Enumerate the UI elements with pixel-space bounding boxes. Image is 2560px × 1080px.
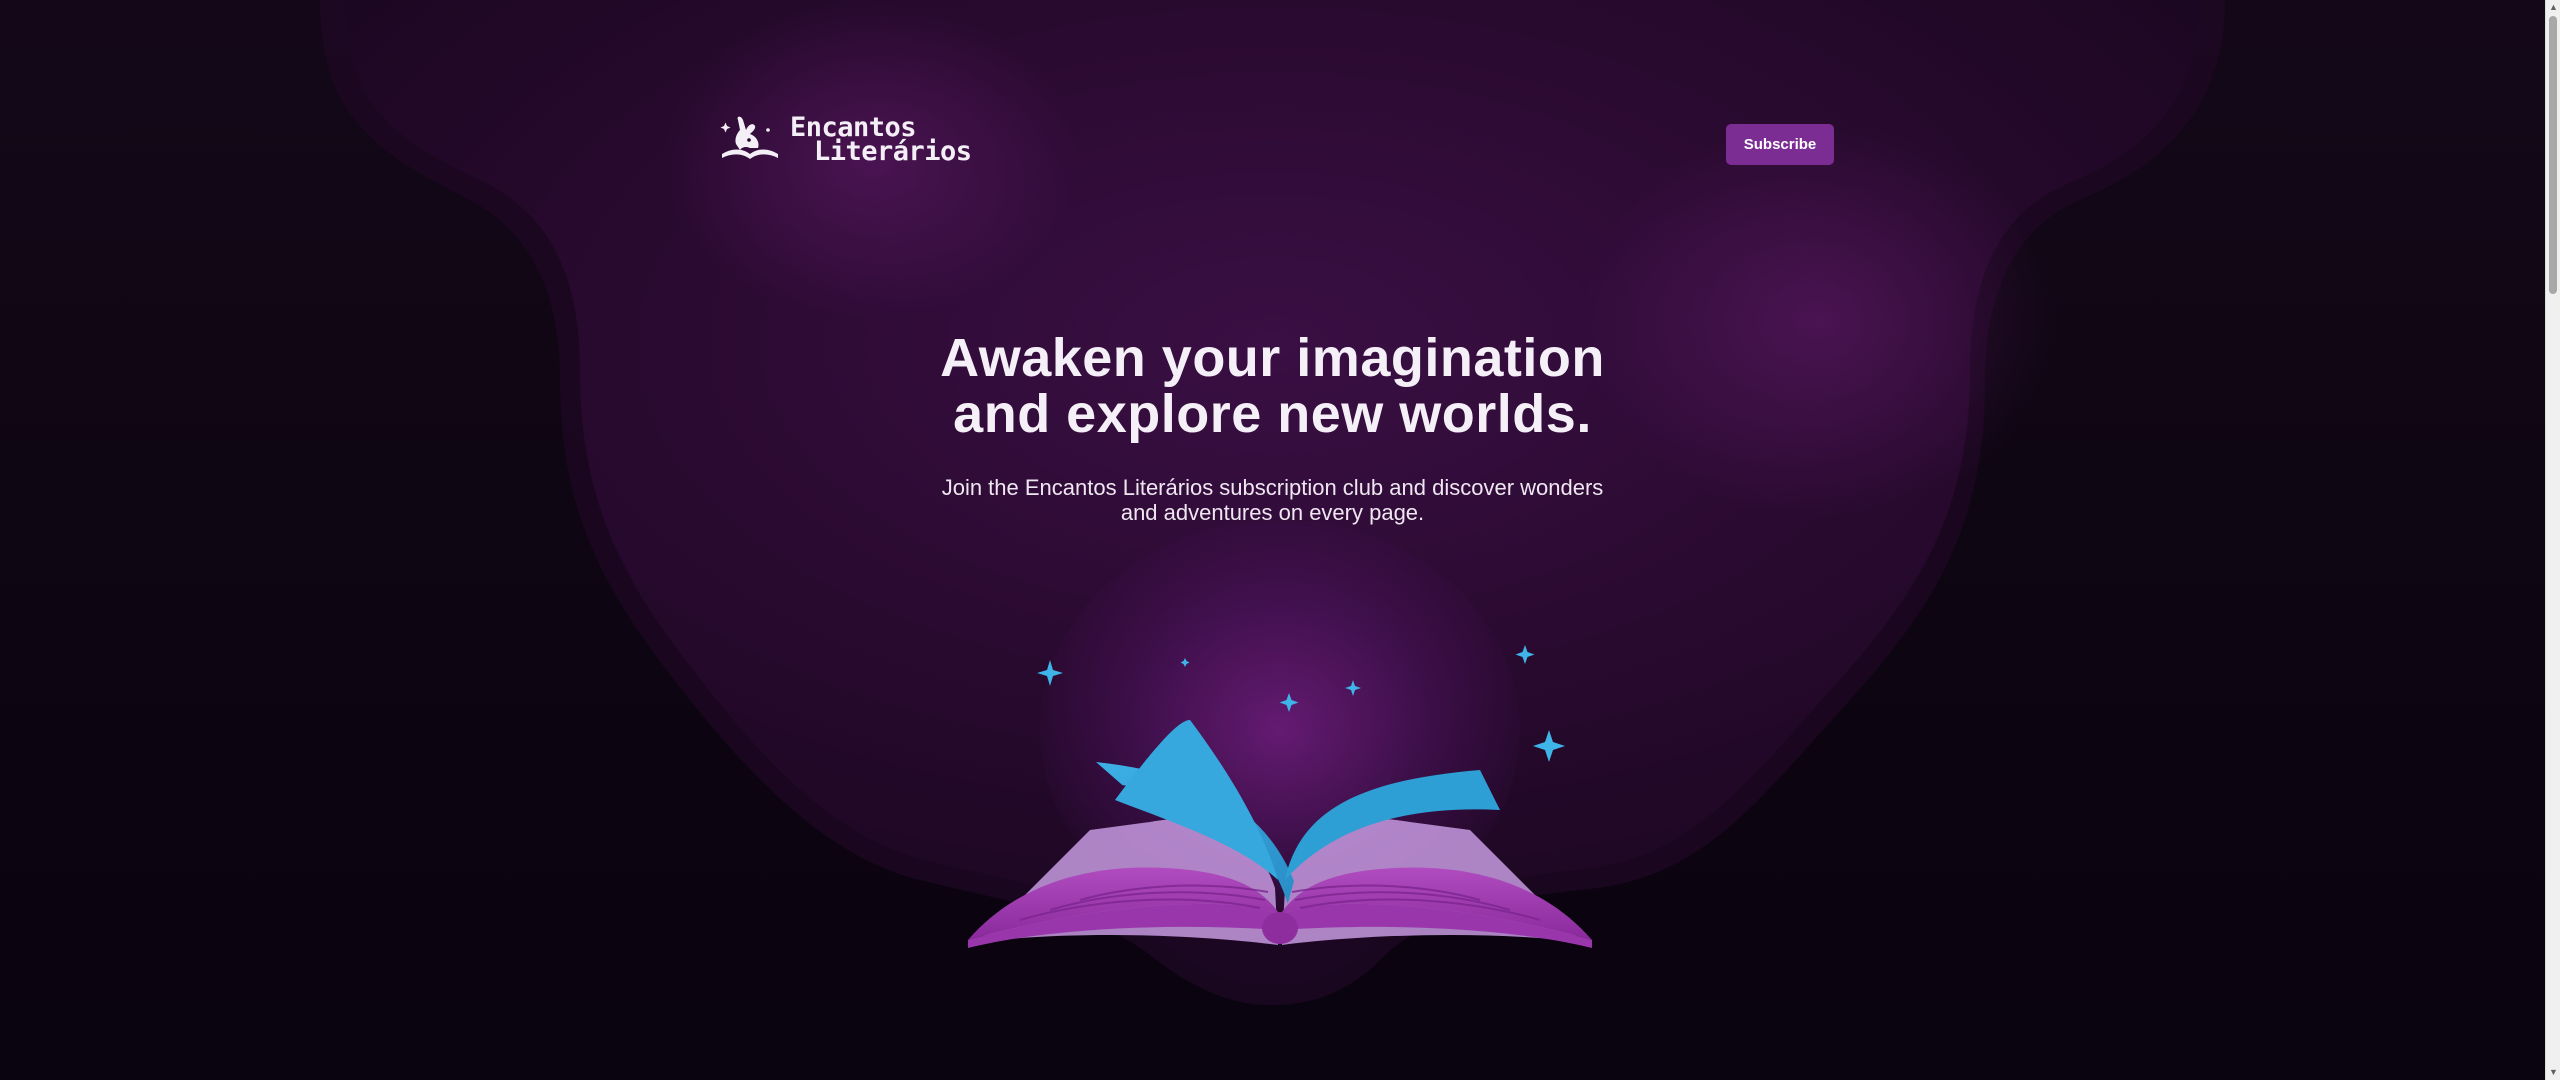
brand-logo[interactable]: Encantos Literários — [716, 112, 972, 168]
scrollbar-thumb[interactable] — [2549, 16, 2557, 294]
hero-subtitle: Join the Encantos Literários subscriptio… — [941, 475, 1604, 525]
subscribe-button[interactable]: Subscribe — [1726, 124, 1834, 165]
open-book-icon — [968, 645, 1592, 948]
vertical-scrollbar[interactable]: ▲ ▼ — [2545, 0, 2560, 1080]
hero-section: Awaken your imagination and explore new … — [0, 330, 2545, 525]
scroll-down-arrow-icon[interactable]: ▼ — [2546, 1065, 2560, 1080]
brand-name: Encantos Literários — [790, 114, 972, 167]
sparkle-icon — [1037, 660, 1063, 686]
brand-name-line2: Literários — [814, 136, 972, 167]
sparkle-icon — [1533, 730, 1565, 762]
site-header: Encantos Literários Subscribe — [716, 112, 1834, 172]
hero-title-line2: and explore new worlds. — [953, 384, 1592, 444]
hero-title: Awaken your imagination and explore new … — [0, 330, 2545, 442]
landing-page: Encantos Literários Subscribe Awaken you… — [0, 0, 2545, 1080]
sparkle-icon — [1345, 680, 1361, 696]
sparkle-icon — [1279, 693, 1299, 712]
reading-rabbit-icon — [720, 116, 778, 159]
scroll-up-arrow-icon[interactable]: ▲ — [2546, 0, 2560, 15]
sparkle-icon — [1515, 645, 1535, 664]
hero-title-line1: Awaken your imagination — [940, 328, 1605, 388]
sparkle-icon — [1180, 658, 1190, 667]
